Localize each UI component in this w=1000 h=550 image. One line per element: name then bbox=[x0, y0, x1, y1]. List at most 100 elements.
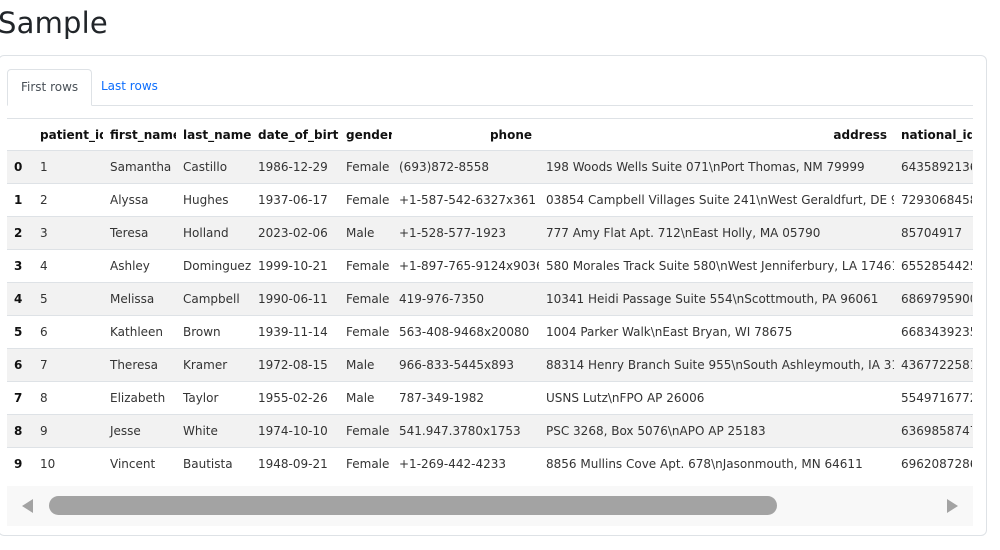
table-row: 6 7 Theresa Kramer 1972-08-15 Male 966-833-544… bbox=[7, 348, 973, 382]
row-index: 9 bbox=[7, 447, 33, 475]
table-cell-last-name: White bbox=[176, 414, 251, 448]
table-cell-first-name: Vincent bbox=[103, 447, 176, 475]
column-header: gender bbox=[339, 119, 392, 151]
table-cell-i: 2 bbox=[972, 381, 973, 415]
table-cell-national-id: 6962087286 bbox=[894, 447, 972, 475]
table-cell-address: 777 Amy Flat Apt. 712\nEast Holly, MA 05… bbox=[539, 216, 894, 250]
table-cell-patient-id: 7 bbox=[33, 348, 103, 382]
scrollbar-thumb[interactable] bbox=[49, 496, 777, 515]
table-cell-gender: Female bbox=[339, 447, 392, 475]
row-index: 2 bbox=[7, 216, 33, 250]
table-cell-national-id: 4367722581 bbox=[894, 348, 972, 382]
table-cell-patient-id: 5 bbox=[33, 282, 103, 316]
table-cell-phone: +1-897-765-9124x90367 bbox=[392, 249, 539, 283]
table-cell-patient-id: 1 bbox=[33, 150, 103, 184]
table-cell-first-name: Elizabeth bbox=[103, 381, 176, 415]
table-cell-date-of-birth: 1990-06-11 bbox=[251, 282, 339, 316]
table-cell-i: 2 bbox=[972, 216, 973, 250]
table-cell-phone: +1-587-542-6327x361 bbox=[392, 183, 539, 217]
table-cell-phone: +1-528-577-1923 bbox=[392, 216, 539, 250]
table-cell-national-id: 7293068458 bbox=[894, 183, 972, 217]
tab-last-rows[interactable]: Last rows bbox=[88, 69, 171, 105]
table-cell-i: 5 bbox=[972, 315, 973, 349]
table-row: 7 8 Elizabeth Taylor 1955-02-26 Male 787-349-1… bbox=[7, 381, 973, 415]
table-cell-date-of-birth: 1986-12-29 bbox=[251, 150, 339, 184]
table-cell-first-name: Jesse bbox=[103, 414, 176, 448]
column-header: address bbox=[539, 119, 894, 151]
table-cell-phone: 563-408-9468x20080 bbox=[392, 315, 539, 349]
table-cell-first-name: Alyssa bbox=[103, 183, 176, 217]
table-cell-last-name: Holland bbox=[176, 216, 251, 250]
table-cell-patient-id: 4 bbox=[33, 249, 103, 283]
table-cell-i: 7 bbox=[972, 183, 973, 217]
data-table: patient_id first_name last_name date_of_… bbox=[7, 119, 973, 475]
table-cell-last-name: Castillo bbox=[176, 150, 251, 184]
table-cell-address: 1004 Parker Walk\nEast Bryan, WI 78675 bbox=[539, 315, 894, 349]
table-row: 0 1 Samantha Castillo 1986-12-29 Female (693)8… bbox=[7, 150, 973, 184]
tab-first-rows[interactable]: First rows bbox=[7, 69, 93, 106]
column-header: i bbox=[972, 119, 973, 151]
table-cell-date-of-birth: 1948-09-21 bbox=[251, 447, 339, 475]
table-cell-phone: 787-349-1982 bbox=[392, 381, 539, 415]
table-row: 2 3 Teresa Holland 2023-02-06 Male +1-528-577-… bbox=[7, 216, 973, 250]
table-cell-gender: Female bbox=[339, 249, 392, 283]
sample-card: First rows Last rows patient_id first_na… bbox=[0, 55, 987, 536]
table-cell-date-of-birth: 1974-10-10 bbox=[251, 414, 339, 448]
table-cell-gender: Female bbox=[339, 183, 392, 217]
table-cell-national-id: 6869795900 bbox=[894, 282, 972, 316]
table-cell-last-name: Kramer bbox=[176, 348, 251, 382]
table-cell-i: 7 bbox=[972, 249, 973, 283]
horizontal-scrollbar[interactable] bbox=[7, 486, 973, 526]
row-index: 7 bbox=[7, 381, 33, 415]
table-cell-last-name: Bautista bbox=[176, 447, 251, 475]
row-index: 6 bbox=[7, 348, 33, 382]
table-cell-date-of-birth: 1955-02-26 bbox=[251, 381, 339, 415]
table-cell-i: 7 bbox=[972, 414, 973, 448]
column-header: date_of_birth bbox=[251, 119, 339, 151]
column-header: patient_id bbox=[33, 119, 103, 151]
table-cell-gender: Male bbox=[339, 216, 392, 250]
table-cell-last-name: Taylor bbox=[176, 381, 251, 415]
table-cell-national-id: 6552854425 bbox=[894, 249, 972, 283]
index-header bbox=[7, 119, 33, 151]
table-cell-address: 10341 Heidi Passage Suite 554\nScottmout… bbox=[539, 282, 894, 316]
table-row: 8 9 Jesse White 1974-10-10 Female 541.947.3780… bbox=[7, 414, 973, 448]
table-cell-phone: 419-976-7350 bbox=[392, 282, 539, 316]
table-row: 3 4 Ashley Dominguez 1999-10-21 Female +1-897-… bbox=[7, 249, 973, 283]
table-cell-gender: Female bbox=[339, 414, 392, 448]
table-cell-phone: (693)872-8558 bbox=[392, 150, 539, 184]
table-cell-i: 7 bbox=[972, 150, 973, 184]
table-cell-i: 9 bbox=[972, 282, 973, 316]
table-cell-address: 8856 Mullins Cove Apt. 678\nJasonmouth, … bbox=[539, 447, 894, 475]
row-index: 5 bbox=[7, 315, 33, 349]
row-index: 4 bbox=[7, 282, 33, 316]
table-cell-i: 5 bbox=[972, 348, 973, 382]
table-cell-first-name: Ashley bbox=[103, 249, 176, 283]
table-cell-address: USNS Lutz\nFPO AP 26006 bbox=[539, 381, 894, 415]
table-cell-first-name: Kathleen bbox=[103, 315, 176, 349]
page-title: Sample bbox=[0, 6, 108, 40]
table-row: 5 6 Kathleen Brown 1939-11-14 Female 563-408-9… bbox=[7, 315, 973, 349]
table-cell-national-id: 6683439235 bbox=[894, 315, 972, 349]
table-cell-last-name: Dominguez bbox=[176, 249, 251, 283]
table-cell-date-of-birth: 1937-06-17 bbox=[251, 183, 339, 217]
table-cell-gender: Female bbox=[339, 315, 392, 349]
table-cell-national-id: 5549716772 bbox=[894, 381, 972, 415]
data-table-container: patient_id first_name last_name date_of_… bbox=[7, 118, 973, 475]
table-row: 9 10 Vincent Bautista 1948-09-21 Female +1-269… bbox=[7, 447, 973, 475]
table-cell-phone: 966-833-5445x893 bbox=[392, 348, 539, 382]
table-cell-patient-id: 10 bbox=[33, 447, 103, 475]
table-cell-first-name: Teresa bbox=[103, 216, 176, 250]
table-cell-patient-id: 2 bbox=[33, 183, 103, 217]
table-cell-date-of-birth: 1972-08-15 bbox=[251, 348, 339, 382]
scroll-right-arrow-icon[interactable] bbox=[947, 499, 958, 513]
scroll-left-arrow-icon[interactable] bbox=[22, 499, 33, 513]
table-cell-address: 03854 Campbell Villages Suite 241\nWest … bbox=[539, 183, 894, 217]
table-cell-i: 8 bbox=[972, 447, 973, 475]
column-header: national_id bbox=[894, 119, 972, 151]
table-cell-gender: Male bbox=[339, 348, 392, 382]
table-cell-last-name: Hughes bbox=[176, 183, 251, 217]
table-cell-national-id: 6435892136 bbox=[894, 150, 972, 184]
table-cell-gender: Female bbox=[339, 282, 392, 316]
column-header: last_name bbox=[176, 119, 251, 151]
